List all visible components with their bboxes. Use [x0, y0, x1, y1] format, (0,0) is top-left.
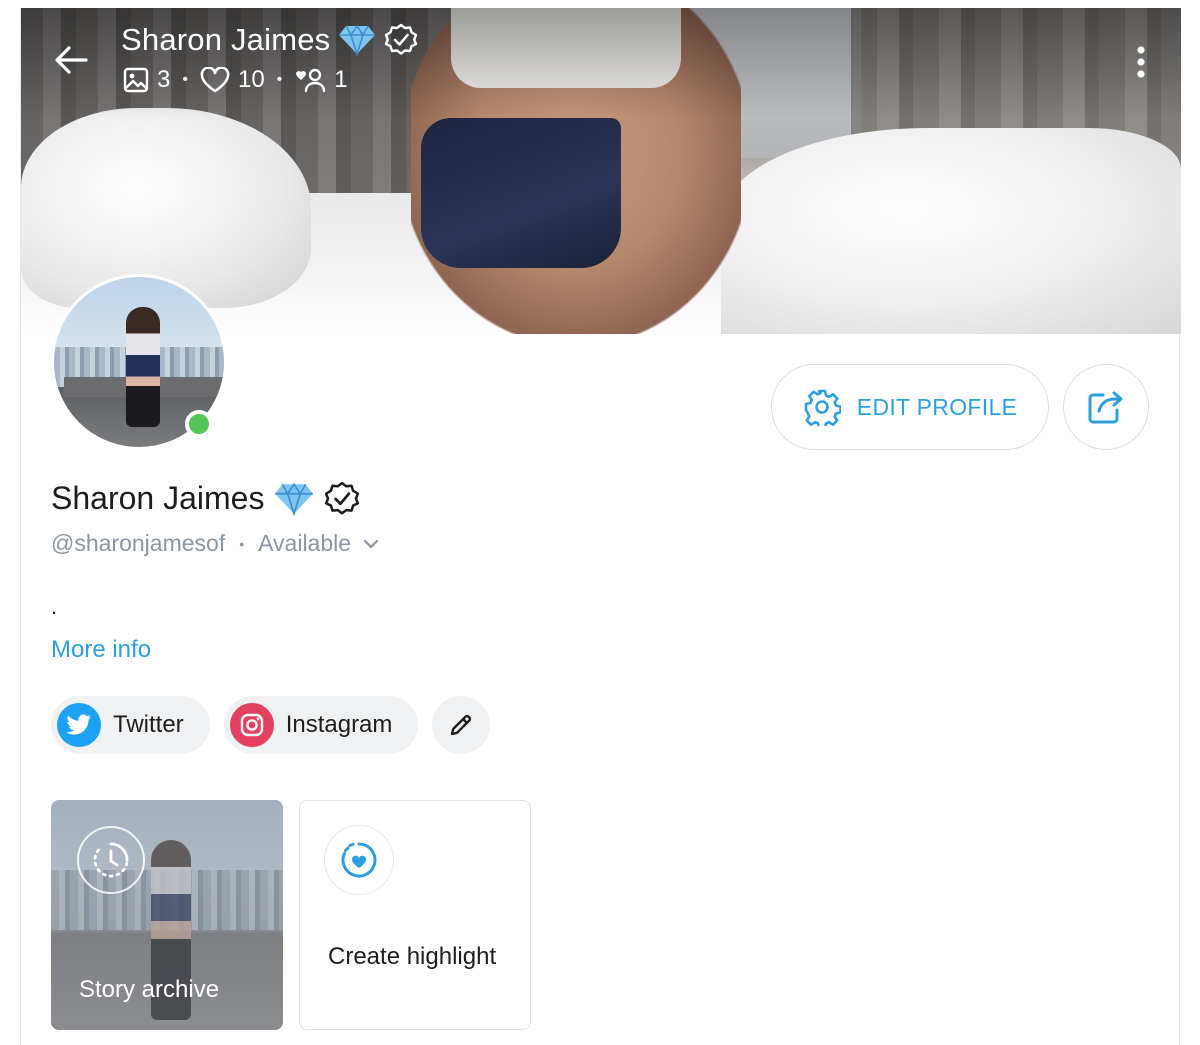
back-button[interactable] [47, 36, 95, 84]
more-options-button[interactable] [1123, 38, 1159, 86]
likes-stat: 10 [200, 66, 265, 94]
posts-count: 3 [157, 66, 171, 93]
verified-badge-icon [325, 481, 360, 515]
social-links: Twitter Instagram [51, 696, 491, 754]
likes-count: 10 [237, 66, 265, 93]
edit-profile-button[interactable]: EDIT PROFILE [771, 364, 1049, 450]
profile-name: Sharon Jaimes [51, 480, 360, 517]
twitter-icon [57, 703, 101, 747]
share-button[interactable] [1063, 364, 1149, 450]
twitter-label: Twitter [113, 711, 184, 738]
instagram-link[interactable]: Instagram [223, 696, 419, 754]
fans-icon [296, 68, 326, 93]
availability-status: Available [258, 530, 352, 556]
arrow-left-icon [55, 46, 88, 74]
cover-title: Sharon Jaimes [121, 22, 418, 58]
fans-count: 1 [334, 66, 348, 93]
diamond-icon [339, 24, 376, 56]
cover-name: Sharon Jaimes [121, 22, 331, 57]
create-highlight-card[interactable]: Create highlight [299, 800, 531, 1030]
posts-stat: 3 [123, 66, 170, 94]
heart-icon [200, 67, 230, 93]
cover-stats: 3 • 10 • 1 [123, 66, 348, 94]
twitter-link[interactable]: Twitter [51, 696, 210, 754]
fans-stat: 1 [294, 66, 348, 94]
online-indicator [185, 410, 213, 438]
profile-page: Sharon Jaimes 3 • 10 • 1 EDIT PROFILE Sh… [20, 8, 1181, 1045]
more-info-link[interactable]: More info [51, 636, 151, 664]
instagram-icon [229, 703, 274, 747]
handle-row: @sharonjamesof • Available [51, 530, 379, 557]
bio-text: . [51, 594, 58, 619]
chevron-down-icon [363, 539, 379, 548]
create-highlight-label: Create highlight [328, 943, 497, 970]
edit-social-links-button[interactable] [432, 696, 491, 754]
display-name: Sharon Jaimes [51, 480, 265, 516]
image-icon [123, 67, 149, 93]
clock-icon [77, 826, 145, 894]
availability-dropdown[interactable]: Available [258, 530, 379, 557]
gear-icon [804, 389, 841, 426]
story-archive-label: Story archive [79, 976, 220, 1003]
cover-image: Sharon Jaimes 3 • 10 • 1 [21, 8, 1181, 334]
diamond-icon [275, 482, 314, 516]
edit-profile-label: EDIT PROFILE [856, 393, 1018, 420]
more-vertical-icon [1137, 46, 1145, 78]
share-icon [1088, 391, 1123, 424]
username: @sharonjamesof [51, 530, 226, 556]
cover-header: Sharon Jaimes 3 • 10 • 1 [21, 8, 1181, 118]
pencil-icon [451, 714, 472, 736]
instagram-label: Instagram [285, 711, 393, 738]
add-highlight-icon [324, 825, 394, 895]
verified-badge-icon [385, 23, 418, 55]
story-archive-card[interactable]: Story archive [51, 800, 283, 1030]
